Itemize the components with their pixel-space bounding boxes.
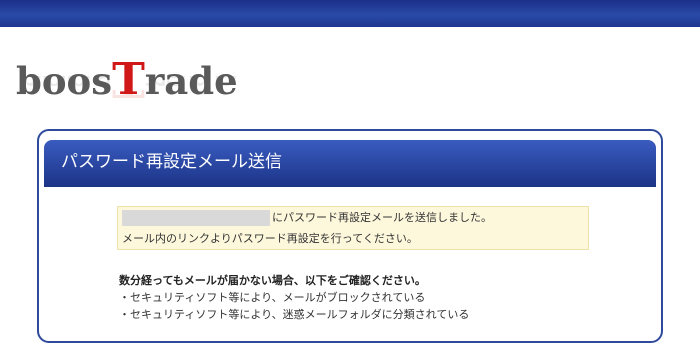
notice-sent-message: にパスワード再設定メールを送信しました。 <box>272 211 492 224</box>
panel-header: パスワード再設定メール送信 <box>44 140 656 187</box>
boostrade-logo[interactable]: boosTrade boosTrade <box>16 58 256 128</box>
top-header-bar <box>0 0 700 27</box>
notice-instruction: メール内のリンクよりパスワード再設定を行ってください。 <box>122 232 418 245</box>
help-item-spam-folder: ・セキュリティソフト等により、迷惑メールフォルダに分類されている <box>119 308 470 321</box>
sent-notice-box: にパスワード再設定メールを送信しました。 メール内のリンクよりパスワード再設定を… <box>117 206 589 250</box>
password-reset-panel: パスワード再設定メール送信 にパスワード再設定メールを送信しました。 メール内の… <box>37 129 663 343</box>
help-heading: 数分経ってもメールが届かない場合、以下をご確認ください。 <box>119 274 426 287</box>
help-item-blocked: ・セキュリティソフト等により、メールがブロックされている <box>119 291 426 304</box>
page-title: パスワード再設定メール送信 <box>61 152 282 172</box>
masked-email-address <box>122 210 270 226</box>
logo-reflection: boosTrade <box>16 76 238 102</box>
